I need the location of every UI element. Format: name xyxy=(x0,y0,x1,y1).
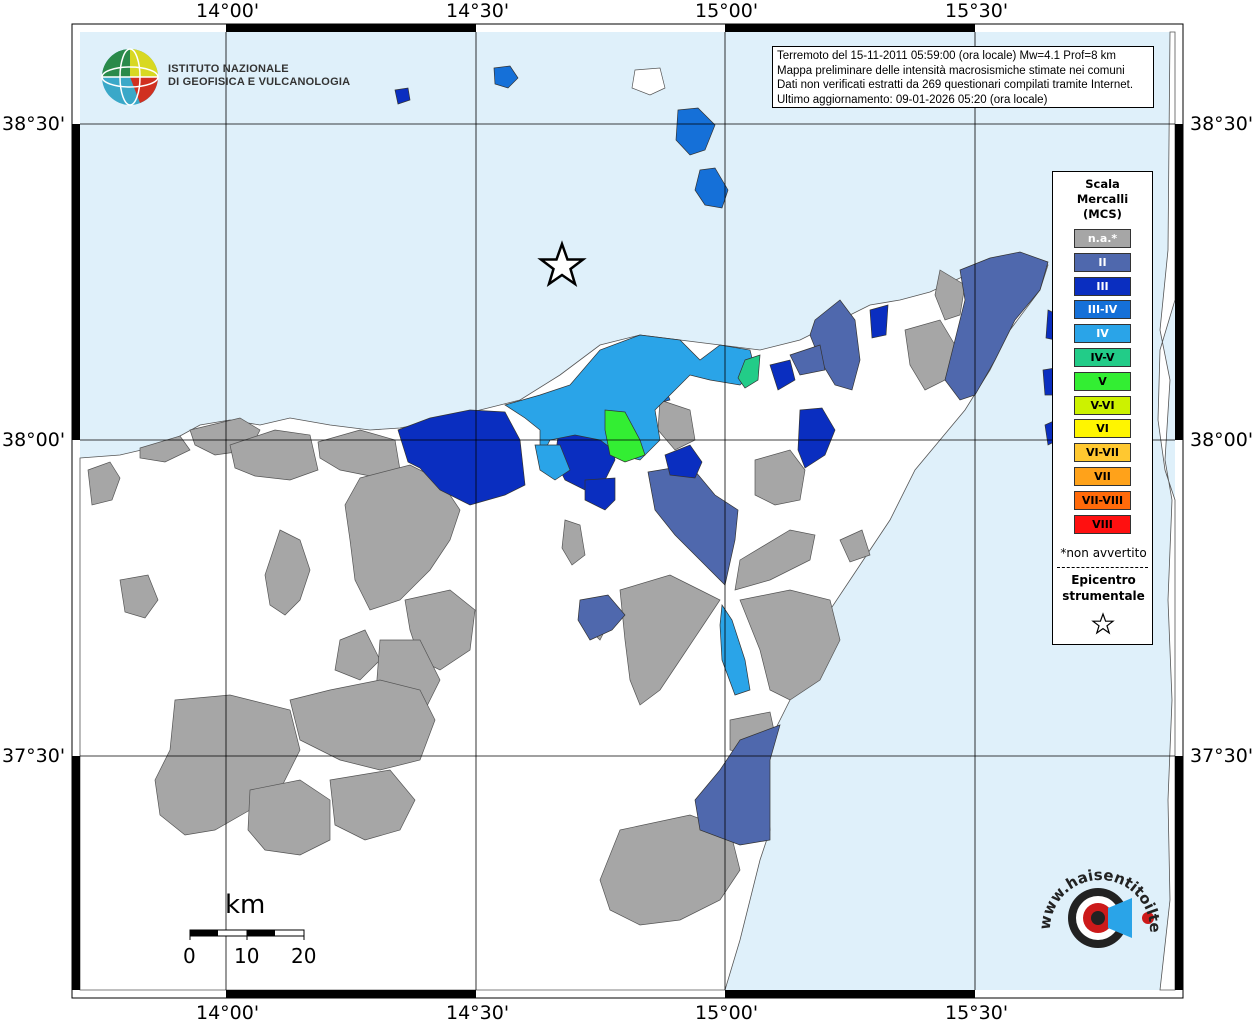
lon-label-bottom-1: 14°00' xyxy=(196,1002,260,1024)
scale-tick-10: 10 xyxy=(234,944,260,968)
legend-title: Scala Mercalli (MCS) xyxy=(1053,177,1152,222)
legend-epicentre-line-1: Epicentro xyxy=(1071,573,1136,587)
legend-epicentre-line-2: strumentale xyxy=(1062,589,1145,603)
legend-star-icon xyxy=(1091,612,1115,635)
legend-swatch: VII xyxy=(1074,467,1131,486)
legend-title-line-3: (MCS) xyxy=(1083,207,1122,221)
scale-bar: km 0 10 20 xyxy=(180,890,330,970)
event-info-line-2: Mappa preliminare delle intensità macros… xyxy=(777,64,1125,77)
legend-swatch: III-IV xyxy=(1074,300,1131,320)
lat-label-3: 37°30' xyxy=(2,745,66,767)
legend-title-line-1: Scala xyxy=(1085,177,1120,191)
lat-label-2: 38°00' xyxy=(2,429,66,451)
event-info-line-4: Ultimo aggiornamento: 09-01-2026 05:20 (… xyxy=(777,93,1048,106)
legend-swatch: V-VI xyxy=(1074,395,1131,415)
legend-swatch: VII-VIII xyxy=(1074,490,1131,510)
lat-label-right-2: 38°00' xyxy=(1190,429,1254,451)
legend-swatch: VIII xyxy=(1074,514,1131,534)
legend-title-line-2: Mercalli xyxy=(1076,192,1129,206)
haisentito-logo-icon: www.haisentitoilterremoto.it xyxy=(1030,860,1164,948)
legend-swatch: V xyxy=(1074,371,1131,391)
lat-label-right-3: 37°30' xyxy=(1190,745,1254,767)
ingv-logo-icon xyxy=(101,48,159,106)
lon-label-4: 15°30' xyxy=(945,0,1009,22)
event-info-box: Terremoto del 15-11-2011 05:59:00 (ora l… xyxy=(772,46,1154,108)
lon-label-bottom-4: 15°30' xyxy=(945,1002,1009,1024)
lon-label-bottom-3: 15°00' xyxy=(695,1002,759,1024)
scale-tick-0: 0 xyxy=(183,944,196,968)
scale-bar-graphic xyxy=(189,929,305,940)
mcs-legend: Scala Mercalli (MCS) n.a.* II III III-IV IV I… xyxy=(1052,171,1153,645)
scale-tick-20: 20 xyxy=(291,944,317,968)
legend-na-note: *non avvertito xyxy=(1060,546,1147,560)
institute-name: ISTITUTO NAZIONALE DI GEOFISICA E VULCAN… xyxy=(168,63,350,89)
lat-label-1: 38°30' xyxy=(2,113,66,135)
legend-swatch: III xyxy=(1074,276,1131,296)
institute-line-1: ISTITUTO NAZIONALE xyxy=(168,63,289,75)
lon-label-2: 14°30' xyxy=(446,0,510,22)
legend-epicentre-label: Epicentro strumentale xyxy=(1053,572,1154,604)
legend-swatch: IV xyxy=(1074,324,1131,344)
legend-swatch: VI xyxy=(1074,419,1131,439)
institute-line-2: DI GEOFISICA E VULCANOLOGIA xyxy=(168,76,351,88)
legend-swatch: n.a.* xyxy=(1074,229,1131,248)
event-info-line-3: Dati non verificati estratti da 269 ques… xyxy=(777,79,1134,91)
lon-label-1: 14°00' xyxy=(196,0,260,22)
lon-label-bottom-2: 14°30' xyxy=(446,1002,510,1024)
event-info-line-1: Terremoto del 15-11-2011 05:59:00 (ora l… xyxy=(777,50,1117,62)
legend-swatch: II xyxy=(1074,252,1131,272)
legend-swatch: IV-V xyxy=(1074,348,1131,367)
lat-label-right-1: 38°30' xyxy=(1190,113,1254,135)
lon-label-3: 15°00' xyxy=(695,0,759,22)
legend-swatch: VI-VII xyxy=(1074,443,1131,463)
legend-separator xyxy=(1057,567,1148,568)
